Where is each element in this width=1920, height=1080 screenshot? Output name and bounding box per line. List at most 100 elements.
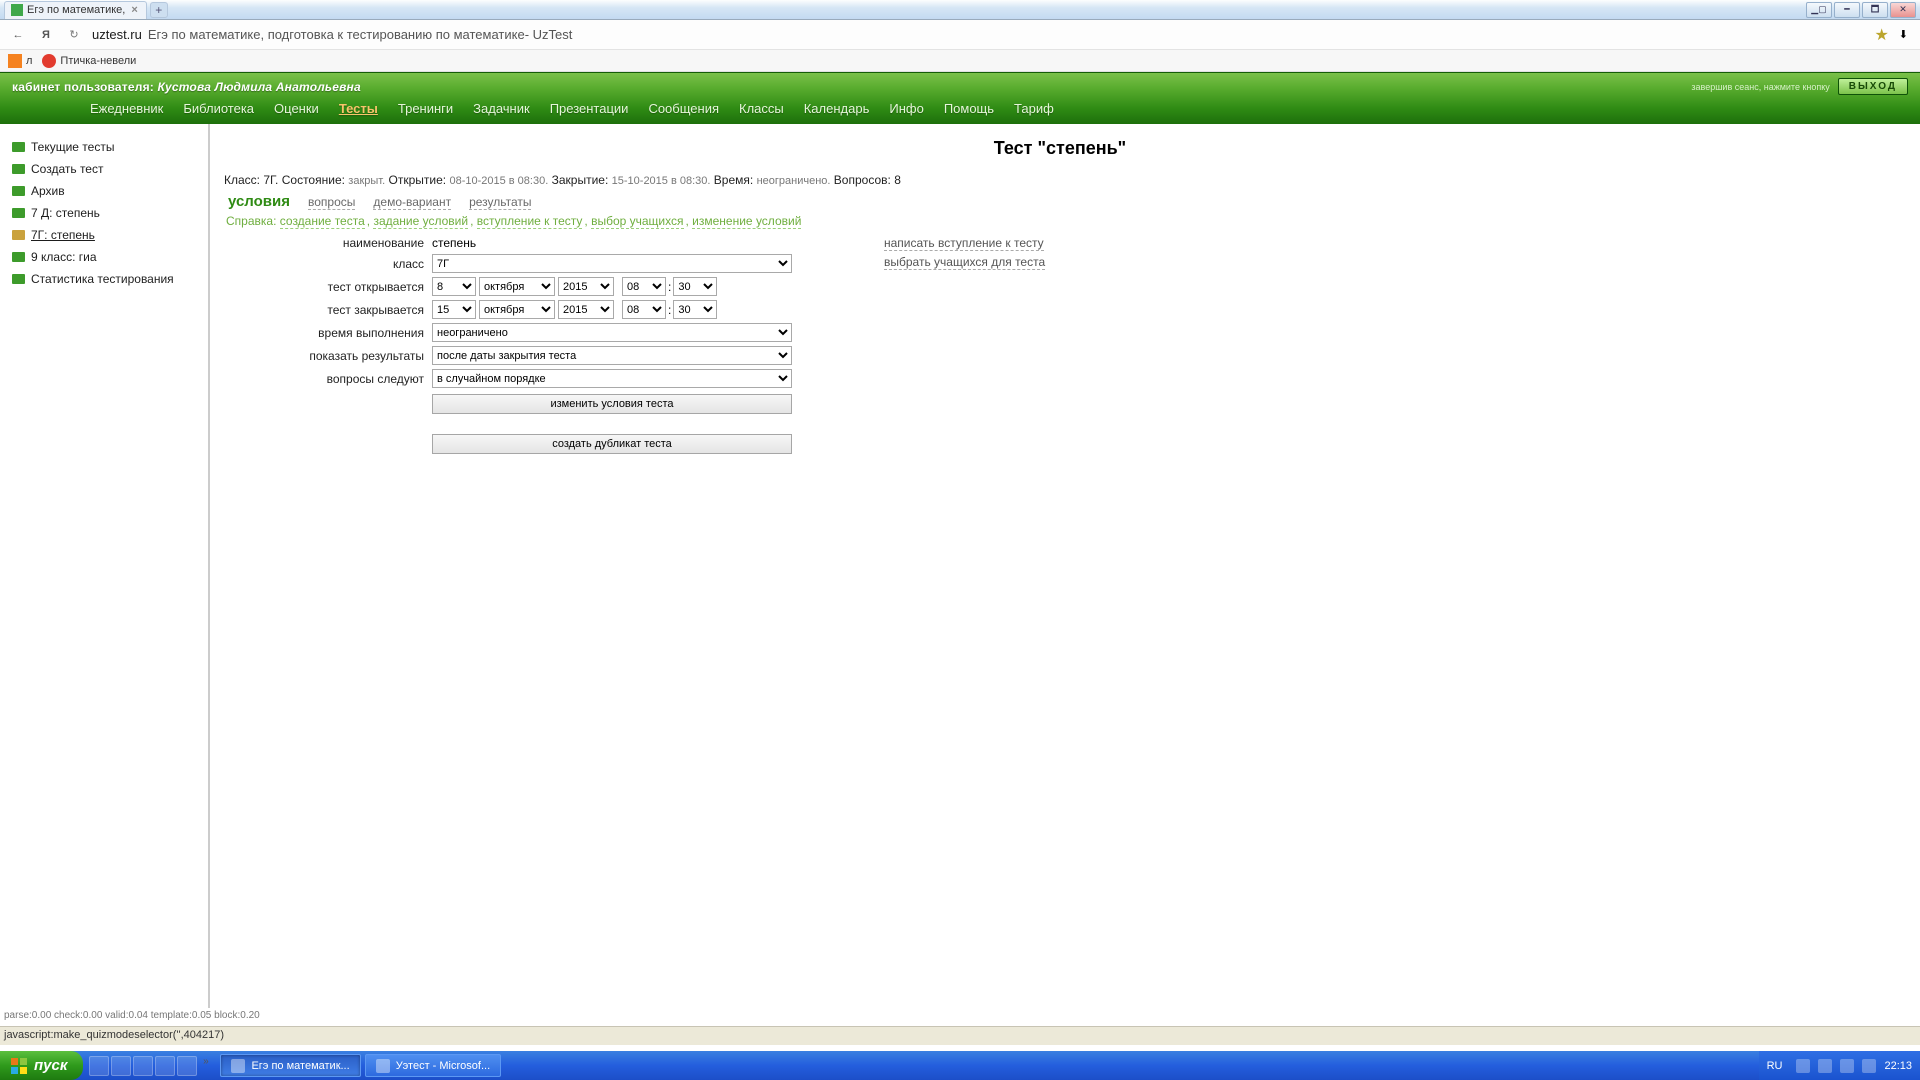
tray-icon[interactable] — [1840, 1059, 1854, 1073]
help-link[interactable]: создание теста — [280, 214, 365, 229]
info-value: неограничено. — [757, 175, 831, 187]
tray-icon[interactable] — [1862, 1059, 1876, 1073]
info-value: 08-10-2015 в 08:30. — [449, 175, 548, 187]
help-link[interactable]: изменение условий — [692, 214, 801, 229]
tab-results[interactable]: результаты — [469, 195, 531, 210]
sidebar-item[interactable]: 9 класс: гиа — [8, 246, 208, 268]
page-icon — [12, 186, 25, 196]
select-show-results[interactable]: после даты закрытия теста — [432, 346, 792, 365]
window-minimize-button[interactable]: ━ — [1834, 2, 1860, 18]
book-icon — [12, 230, 25, 240]
nav-презентации[interactable]: Презентации — [550, 101, 629, 116]
quick-launch-item[interactable] — [177, 1056, 197, 1076]
select-open-day[interactable]: 8 — [432, 277, 476, 296]
downloads-icon[interactable]: ⬇ — [1899, 28, 1908, 41]
start-label: пуск — [34, 1057, 67, 1074]
reload-button[interactable]: ↻ — [64, 25, 84, 45]
select-duration[interactable]: неограничено — [432, 323, 792, 342]
select-class[interactable]: 7Г — [432, 254, 792, 273]
tab-conditions[interactable]: условия — [228, 193, 290, 210]
address-bar: ← Я ↻ uztest.ru Егэ по математике, подго… — [0, 20, 1920, 50]
help-link[interactable]: выбор учащихся — [591, 214, 683, 229]
nav-библиотека[interactable]: Библиотека — [183, 101, 254, 116]
sidebar-item[interactable]: Создать тест — [8, 158, 208, 180]
select-question-order[interactable]: в случайном порядке — [432, 369, 792, 388]
select-open-min[interactable]: 30 — [673, 277, 717, 296]
help-link[interactable]: вступление к тесту — [477, 214, 583, 229]
select-open-month[interactable]: октября — [479, 277, 555, 296]
sidebar-item-label: 9 класс: гиа — [31, 250, 97, 264]
link-pick-students[interactable]: выбрать учащихся для теста — [884, 255, 1045, 270]
tray-icon[interactable] — [1818, 1059, 1832, 1073]
sidebar-item[interactable]: Статистика тестирования — [8, 268, 208, 290]
nav-тренинги[interactable]: Тренинги — [398, 101, 453, 116]
quick-launch-item[interactable] — [155, 1056, 175, 1076]
nav-календарь[interactable]: Календарь — [804, 101, 870, 116]
taskbar-clock[interactable]: 22:13 — [1884, 1060, 1912, 1072]
select-open-year[interactable]: 2015 — [558, 277, 614, 296]
quick-launch-item[interactable] — [89, 1056, 109, 1076]
nav-тесты[interactable]: Тесты — [339, 101, 378, 116]
language-indicator[interactable]: RU — [1767, 1060, 1783, 1072]
help-link[interactable]: задание условий — [373, 214, 468, 229]
sidebar: Текущие тесты Создать тест Архив7 Д: степе… — [0, 124, 210, 1008]
browser-statusbar: javascript:make_quizmodeselector('',4042… — [0, 1026, 1920, 1045]
tray-icon[interactable] — [1796, 1059, 1810, 1073]
nav-тариф[interactable]: Тариф — [1014, 101, 1054, 116]
info-label: Открытие: — [389, 173, 447, 187]
tab-demo[interactable]: демо-вариант — [373, 195, 451, 210]
tab-close-icon[interactable]: × — [129, 4, 139, 16]
quick-launch-overflow-icon[interactable]: » — [199, 1056, 212, 1076]
sidebar-item[interactable]: Архив — [8, 180, 208, 202]
select-close-hour[interactable]: 08 — [622, 300, 666, 319]
nav-ежедневник[interactable]: Ежедневник — [90, 101, 163, 116]
browser-tab[interactable]: Егэ по математике, × — [4, 1, 147, 19]
nav-помощь[interactable]: Помощь — [944, 101, 994, 116]
label-class: класс — [224, 257, 432, 271]
select-close-month[interactable]: октября — [479, 300, 555, 319]
select-close-min[interactable]: 30 — [673, 300, 717, 319]
yandex-button[interactable]: Я — [36, 25, 56, 45]
link-write-intro[interactable]: написать вступление к тесту — [884, 236, 1044, 251]
nav-back-button[interactable]: ← — [8, 25, 28, 45]
window-maximize-button[interactable]: 🗖 — [1862, 2, 1888, 18]
sidebar-item[interactable]: 7Г: степень — [8, 224, 208, 246]
test-title: Тест "степень" — [224, 138, 1896, 159]
window-tabgroup-button[interactable]: ▁▢ — [1806, 2, 1832, 18]
logout-button[interactable]: ВЫХОД — [1838, 78, 1908, 95]
start-button[interactable]: пуск — [0, 1051, 83, 1080]
window-close-button[interactable]: ✕ — [1890, 2, 1916, 18]
nav-задачник[interactable]: Задачник — [473, 101, 530, 116]
taskbar-task[interactable]: Уэтест - Microsof... — [365, 1054, 501, 1077]
change-conditions-button[interactable]: изменить условия теста — [432, 394, 792, 414]
new-tab-button[interactable]: + — [150, 2, 168, 18]
label-question-order: вопросы следуют — [224, 372, 432, 386]
debug-footer: parse:0.00 check:0.00 valid:0.04 templat… — [0, 1008, 1920, 1026]
quick-launch-item[interactable] — [133, 1056, 153, 1076]
select-close-day[interactable]: 15 — [432, 300, 476, 319]
url-display[interactable]: uztest.ru Егэ по математике, подготовка … — [92, 23, 1866, 47]
conditions-form: наименование степень класс 7Г тест откры… — [224, 236, 844, 458]
bookmark-odnoklassniki[interactable]: л — [8, 54, 32, 68]
nav-оценки[interactable]: Оценки — [274, 101, 319, 116]
select-open-hour[interactable]: 08 — [622, 277, 666, 296]
sidebar-item[interactable]: 7 Д: степень — [8, 202, 208, 224]
page-icon — [12, 274, 25, 284]
sidebar-item[interactable]: Текущие тесты — [8, 136, 208, 158]
quick-launch-item[interactable] — [111, 1056, 131, 1076]
browser-tab-title: Егэ по математике, — [27, 4, 125, 16]
taskbar-task[interactable]: Егэ по математик... — [220, 1054, 360, 1077]
nav-сообщения[interactable]: Сообщения — [648, 101, 719, 116]
info-label: Закрытие: — [552, 173, 609, 187]
select-close-year[interactable]: 2015 — [558, 300, 614, 319]
nav-инфо[interactable]: Инфо — [889, 101, 923, 116]
bookmark-opera[interactable]: Птичка-невели — [42, 54, 136, 68]
duplicate-test-button[interactable]: создать дубликат теста — [432, 434, 792, 454]
info-label: Вопросов: — [834, 173, 891, 187]
sidebar-item-label: Создать тест — [31, 162, 103, 176]
user-name: Кустова Людмила Анатольевна — [158, 80, 361, 94]
quick-launch: » — [83, 1056, 218, 1076]
bookmark-star-icon[interactable]: ★ — [1874, 25, 1888, 45]
nav-классы[interactable]: Классы — [739, 101, 784, 116]
tab-questions[interactable]: вопросы — [308, 195, 355, 210]
